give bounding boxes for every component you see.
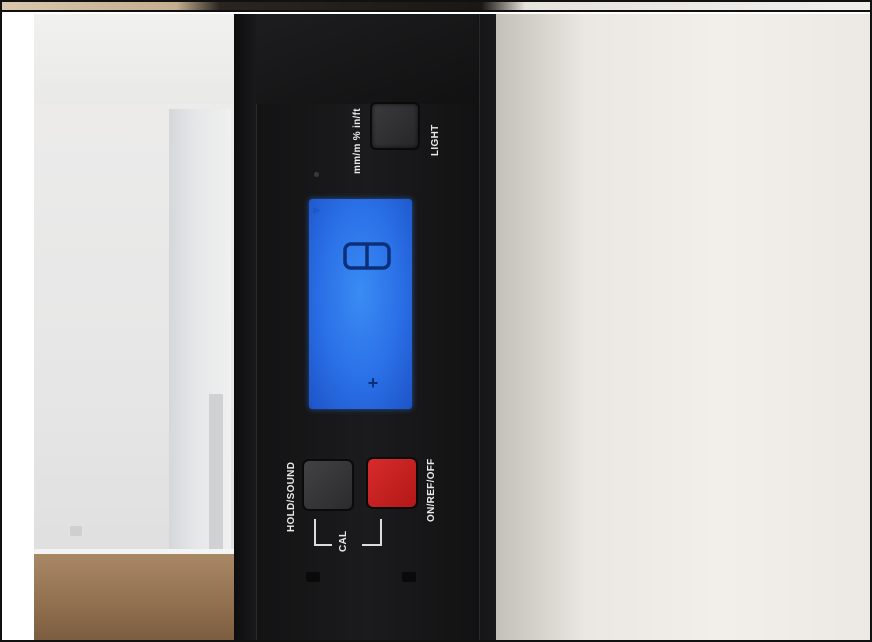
units-label: mm/m % in/ft [352, 108, 363, 174]
level-foot-left [306, 572, 320, 582]
level-foot-right [402, 572, 416, 582]
cal-bracket-left [314, 519, 318, 545]
lcd-digit: 8 [343, 241, 391, 271]
on-ref-off-label: ON/REF/OFF [426, 458, 437, 522]
hold-sound-button[interactable] [302, 459, 354, 511]
light-button[interactable] [370, 102, 420, 150]
status-dot [314, 172, 319, 177]
cal-bracket-right-base [362, 544, 380, 546]
lcd-plus-indicator: + [367, 373, 379, 393]
hold-sound-label: HOLD/SOUND [286, 461, 297, 532]
photo: mm/m % in/ft LIGHT ▶ 8 + HOLD/SOUND [34, 14, 870, 640]
cal-label: CAL [338, 530, 349, 552]
level-bevel [256, 14, 478, 104]
cal-bracket-right [380, 519, 382, 546]
wooden-floor [34, 554, 234, 640]
lcd-display: ▶ 8 + [309, 199, 412, 409]
light-label: LIGHT [430, 124, 441, 157]
wall-outlet [70, 526, 82, 536]
cal-bracket-left-base [314, 544, 332, 546]
lcd-arrow-icon: ▶ [313, 205, 321, 216]
on-ref-off-button[interactable] [366, 457, 418, 509]
digital-level: mm/m % in/ft LIGHT ▶ 8 + HOLD/SOUND [234, 14, 496, 640]
previous-image-strip [2, 2, 870, 12]
lcd-rotated-digit-icon [343, 242, 391, 270]
wall-shadow [494, 14, 584, 640]
ceiling [34, 14, 234, 104]
photo-frame: mm/m % in/ft LIGHT ▶ 8 + HOLD/SOUND [0, 0, 872, 642]
door-gap [209, 394, 223, 574]
